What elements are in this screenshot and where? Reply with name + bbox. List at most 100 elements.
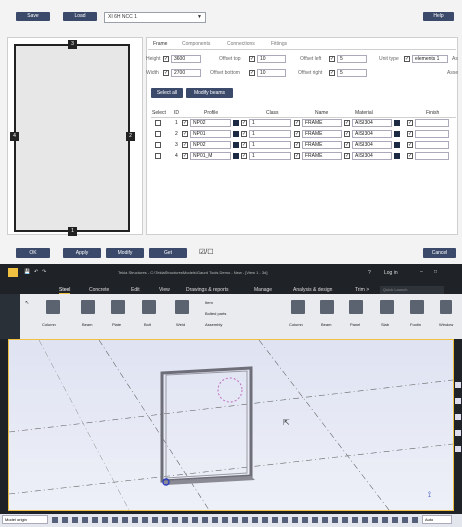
apply-button[interactable]: Apply [63,248,101,258]
material-field[interactable]: AISI304 [352,119,392,127]
width-field[interactable]: 2700 [171,69,201,77]
offset-left-checkbox[interactable]: ✓ [329,56,335,62]
snap-tool-icon[interactable] [262,517,268,523]
class-field[interactable]: 1 [249,119,291,127]
snap-tool-icon[interactable] [172,517,178,523]
tab-connections[interactable]: Connections [227,41,255,47]
finish-field[interactable] [415,130,449,138]
name-field[interactable]: FRAME [302,152,342,160]
snap-tool-icon[interactable] [342,517,348,523]
name-checkbox[interactable]: ✓ [294,142,300,148]
ok-button[interactable]: OK [16,248,50,258]
class-field[interactable]: 1 [249,130,291,138]
snap-tool-icon[interactable] [312,517,318,523]
height-field[interactable]: 3600 [171,55,201,63]
maximize-icon[interactable]: □ [434,269,437,275]
class-checkbox[interactable]: ✓ [241,131,247,137]
slab-icon[interactable] [380,300,394,314]
material-checkbox[interactable]: ✓ [344,153,350,159]
offset-right-checkbox[interactable]: ✓ [329,70,335,76]
snap-tool-icon[interactable] [252,517,258,523]
finish-checkbox[interactable]: ✓ [407,142,413,148]
row-select-checkbox[interactable] [155,131,161,137]
toggle-all-checkbox[interactable]: ☑/☐ [199,248,214,256]
panel-icon[interactable] [349,300,363,314]
profile-field[interactable]: NP02 [190,119,231,127]
row-select-checkbox[interactable] [155,142,161,148]
name-field[interactable]: FRAME [302,130,342,138]
profile-field[interactable]: NP01 [190,130,231,138]
snap-tool-icon[interactable] [292,517,298,523]
class-checkbox[interactable]: ✓ [241,142,247,148]
width-checkbox[interactable]: ✓ [163,70,169,76]
material-field[interactable]: AISI304 [352,141,392,149]
snap-tool-icon[interactable] [232,517,238,523]
tab-components[interactable]: Components [182,41,210,47]
name-checkbox[interactable]: ✓ [294,153,300,159]
bolt-icon[interactable] [142,300,156,314]
class-field[interactable]: 1 [249,141,291,149]
panel-icon[interactable] [455,382,461,388]
concrete-column-icon[interactable] [291,300,305,314]
snap-tool-icon[interactable] [402,517,408,523]
unit-type-field[interactable]: elements 1 [412,55,448,63]
tab-fittings[interactable]: Fittings [271,41,287,47]
catalog-icon[interactable] [455,430,461,436]
minimize-icon[interactable]: – [420,269,423,275]
snap-tool-icon[interactable] [212,517,218,523]
help-button[interactable]: Help [423,12,454,21]
properties-icon[interactable] [455,398,461,404]
unit-type-checkbox[interactable]: ✓ [404,56,410,62]
tab-analysis-design[interactable]: Analysis & design [293,287,332,293]
concrete-beam-icon[interactable] [320,300,334,314]
snap-tool-icon[interactable] [62,517,68,523]
profile-picker-icon[interactable] [233,153,239,159]
login-link[interactable]: Log in [384,270,398,276]
name-checkbox[interactable]: ✓ [294,120,300,126]
material-checkbox[interactable]: ✓ [344,120,350,126]
snap-tool-icon[interactable] [142,517,148,523]
snap-tool-icon[interactable] [92,517,98,523]
tab-concrete[interactable]: Concrete [89,287,109,293]
height-checkbox[interactable]: ✓ [163,56,169,62]
finish-field[interactable] [415,119,449,127]
snap-tool-icon[interactable] [392,517,398,523]
offset-right-field[interactable]: 5 [337,69,367,77]
snap-tool-icon[interactable] [162,517,168,523]
3d-model-view[interactable] [8,339,454,511]
snap-tool-icon[interactable] [102,517,108,523]
material-picker-icon[interactable] [394,131,400,137]
tab-more[interactable]: Trim > [355,287,369,293]
profile-checkbox[interactable]: ✓ [182,142,188,148]
material-checkbox[interactable]: ✓ [344,142,350,148]
snap-tool-icon[interactable] [82,517,88,523]
preset-combo[interactable]: XI 6H NCC 1 ▼ [104,12,206,23]
layers-icon[interactable] [455,414,461,420]
offset-bottom-checkbox[interactable]: ✓ [249,70,255,76]
weld-icon[interactable] [175,300,189,314]
snap-tool-icon[interactable] [182,517,188,523]
finish-checkbox[interactable]: ✓ [407,153,413,159]
origin-combo[interactable]: Model origin [2,515,48,524]
footing-icon[interactable] [410,300,424,314]
snap-tool-icon[interactable] [412,517,418,523]
select-tool-icon[interactable] [52,517,58,523]
finish-checkbox[interactable]: ✓ [407,131,413,137]
row-select-checkbox[interactable] [155,153,161,159]
undo-icon[interactable]: ↶ [34,269,38,275]
snap-tool-icon[interactable] [272,517,278,523]
finish-field[interactable] [415,152,449,160]
snap-tool-icon[interactable] [222,517,228,523]
snap-tool-icon[interactable] [352,517,358,523]
offset-top-field[interactable]: 10 [257,55,286,63]
profile-checkbox[interactable]: ✓ [182,153,188,159]
profile-checkbox[interactable]: ✓ [182,131,188,137]
material-field[interactable]: AISI304 [352,152,392,160]
material-picker-icon[interactable] [394,120,400,126]
snap-tool-icon[interactable] [202,517,208,523]
list-item[interactable]: Item [205,300,213,305]
finish-checkbox[interactable]: ✓ [407,120,413,126]
snap-tool-icon[interactable] [382,517,388,523]
tab-frame[interactable]: Frame [153,41,167,47]
offset-bottom-field[interactable]: 10 [257,69,286,77]
